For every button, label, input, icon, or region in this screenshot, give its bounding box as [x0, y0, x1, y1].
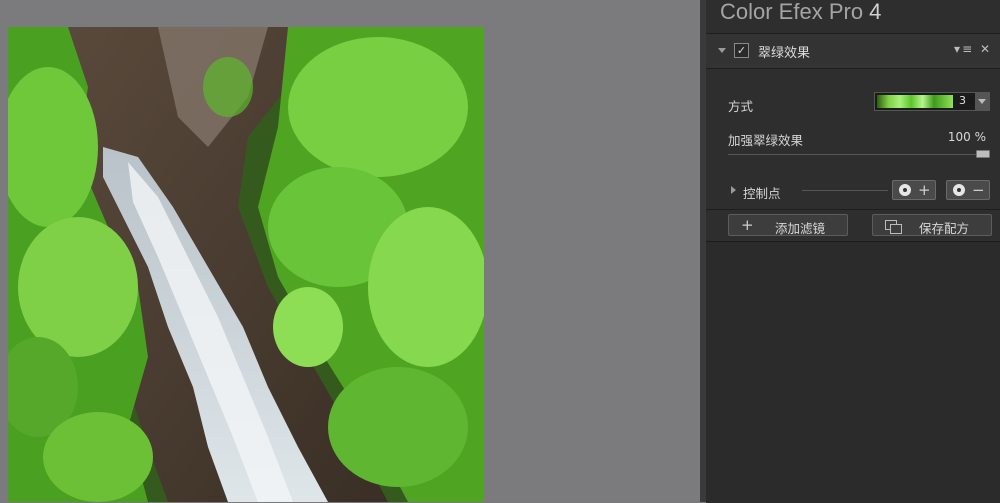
dropdown-arrow-icon[interactable]: [975, 93, 989, 110]
photo-preview[interactable]: [8, 27, 484, 502]
save-recipe-label: 保存配方: [919, 221, 970, 236]
method-select[interactable]: 3: [874, 92, 990, 111]
app-title: Color Efex Pro 4: [720, 0, 881, 27]
add-control-point-button[interactable]: +: [892, 180, 936, 200]
collapse-arrow-icon[interactable]: [718, 48, 726, 53]
add-filter-button[interactable]: + 添加滤镜: [728, 214, 848, 236]
filter-menu-close-icon[interactable]: ▾≡ ✕: [954, 42, 992, 56]
filter-panel: Color Efex Pro 4 ✓ 翠绿效果 ▾≡ ✕ 方式 3 加强翠绿效果 …: [700, 0, 1000, 503]
strength-slider-track[interactable]: [728, 154, 990, 155]
minus-icon: −: [972, 181, 985, 199]
method-preview-swatch: [877, 95, 953, 108]
filter-header[interactable]: ✓ 翠绿效果 ▾≡ ✕: [706, 33, 1000, 69]
strength-slider-handle[interactable]: [976, 150, 990, 158]
control-points-label: 控制点: [743, 186, 781, 201]
plus-icon: +: [918, 181, 931, 199]
strength-value: 100 %: [947, 130, 986, 144]
control-points-divider: [802, 190, 888, 191]
save-recipe-button[interactable]: 保存配方: [872, 214, 992, 236]
app-version: 4: [869, 0, 882, 24]
remove-control-point-button[interactable]: −: [946, 180, 990, 200]
filter-enable-checkbox[interactable]: ✓: [734, 43, 749, 58]
control-point-icon: [953, 184, 965, 196]
add-filter-label: 添加滤镜: [775, 221, 826, 236]
section-divider: [706, 209, 1000, 210]
filter-list-area: [706, 241, 1000, 503]
copy-icon: [885, 220, 902, 234]
app-name: Color Efex Pro: [720, 0, 864, 24]
plus-icon: +: [741, 216, 754, 234]
control-point-icon: [899, 184, 911, 196]
image-canvas[interactable]: [0, 0, 700, 502]
filter-name: 翠绿效果: [758, 46, 811, 61]
strength-label: 加强翠绿效果: [728, 133, 804, 148]
method-value: 3: [959, 94, 966, 107]
method-label: 方式: [728, 99, 754, 114]
waterfall-photo: [8, 27, 484, 502]
control-points-expand-icon[interactable]: [731, 186, 736, 194]
